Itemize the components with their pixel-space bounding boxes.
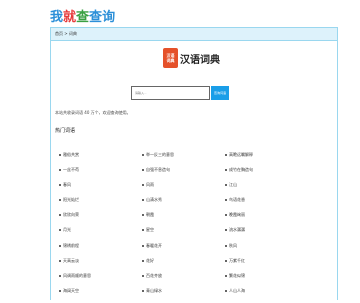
word-row: 海阔天空 青山绿水 人山人海 (59, 288, 329, 303)
word-link[interactable]: 春风 (59, 182, 71, 188)
word-link[interactable]: 欣欣向荣 (59, 212, 79, 218)
section-title: 热门词语 (55, 128, 76, 134)
word-row: 锦绣前程 春暖花开 秋风 (59, 243, 329, 258)
word-link[interactable]: 风调雨顺的意思 (59, 273, 91, 279)
stats-text: 本站共收录词语 40 万个，欢迎查询使用。 (55, 110, 131, 115)
word-link[interactable]: 雅俗共赏 (59, 152, 79, 158)
word-link[interactable]: 朝霞 (142, 212, 154, 218)
word-link[interactable]: 繁花似锦 (225, 273, 245, 279)
dictionary-book-icon: 汉语 词典 (163, 48, 178, 68)
breadcrumb-current: 词典 (68, 31, 77, 36)
word-row: 阳光灿烂 山清水秀 鸟语花香 (59, 197, 329, 212)
logo-char: 我 (50, 10, 64, 25)
logo-char: 查 (89, 10, 103, 25)
word-row: 一丝不苟 自强不息造句 成竹在胸造句 (59, 167, 329, 182)
logo-char: 就 (63, 10, 77, 25)
word-row: 天高云淡 花好 万紫千红 (59, 258, 329, 273)
search-bar: 查询词语 (131, 86, 229, 100)
word-row: 月光 星空 流水潺潺 (59, 227, 329, 242)
word-link[interactable]: 鸟语花香 (225, 197, 245, 203)
word-link[interactable]: 百花齐放 (142, 273, 162, 279)
word-link[interactable]: 花好 (142, 258, 154, 264)
breadcrumb: 首页 > 词典 (51, 28, 337, 41)
word-link[interactable]: 秋风 (225, 243, 237, 249)
search-button[interactable]: 查询词语 (211, 86, 229, 100)
word-link[interactable]: 风雨 (142, 182, 154, 188)
word-link[interactable]: 人山人海 (225, 288, 245, 294)
word-link[interactable]: 阳光灿烂 (59, 197, 79, 203)
main-panel: 首页 > 词典 汉语 词典 汉语词典 查询词语 本站共收录词语 40 万个，欢迎… (50, 27, 338, 300)
word-link[interactable]: 自强不息造句 (142, 167, 170, 173)
word-link[interactable]: 天高云淡 (59, 258, 79, 264)
breadcrumb-home-link[interactable]: 首页 (55, 31, 63, 36)
word-link[interactable]: 一丝不苟 (59, 167, 79, 173)
word-link[interactable]: 春暖花开 (142, 243, 162, 249)
word-row: 风调雨顺的意思 百花齐放 繁花似锦 (59, 273, 329, 288)
word-link[interactable]: 星空 (142, 227, 154, 233)
word-link[interactable]: 高瞻远瞩解释 (225, 152, 253, 158)
dictionary-title: 汉语词典 (180, 54, 220, 66)
word-link[interactable]: 月光 (59, 227, 71, 233)
word-link[interactable]: 山清水秀 (142, 197, 162, 203)
word-row: 雅俗共赏 举一反三的意思 高瞻远瞩解释 (59, 152, 329, 167)
word-link[interactable]: 流水潺潺 (225, 227, 245, 233)
word-link[interactable]: 举一反三的意思 (142, 152, 174, 158)
word-link[interactable]: 万紫千红 (225, 258, 245, 264)
word-link[interactable]: 锦绣前程 (59, 243, 79, 249)
word-link[interactable]: 江山 (225, 182, 237, 188)
logo-char: 询 (102, 10, 116, 25)
word-row: 欣欣向荣 朝霞 晚霞绚丽 (59, 212, 329, 227)
search-input[interactable] (131, 86, 210, 100)
word-row: 春风 风雨 江山 (59, 182, 329, 197)
word-link[interactable]: 成竹在胸造句 (225, 167, 253, 173)
logo-char: 查 (76, 10, 90, 25)
word-link[interactable]: 海阔天空 (59, 288, 79, 294)
dictionary-brand: 汉语 词典 汉语词典 (163, 48, 220, 68)
word-list: 雅俗共赏 举一反三的意思 高瞻远瞩解释 一丝不苟 自强不息造句 成竹在胸造句 春… (59, 152, 329, 303)
word-link[interactable]: 青山绿水 (142, 288, 162, 294)
site-logo[interactable]: 我就查查询 (50, 6, 115, 25)
word-link[interactable]: 晚霞绚丽 (225, 212, 245, 218)
